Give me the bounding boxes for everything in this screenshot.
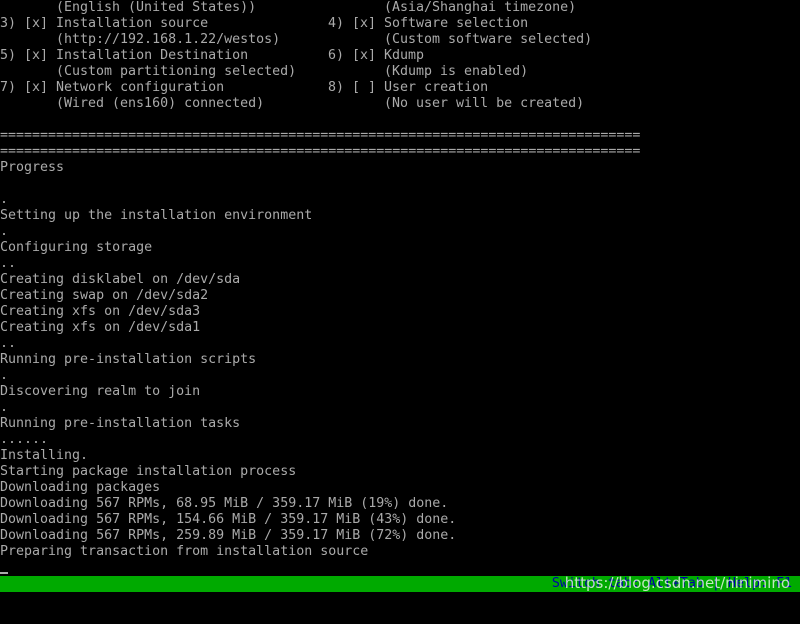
separator: ========================================…: [0, 128, 641, 143]
log-line: Downloading packages: [0, 480, 161, 495]
text-cursor: [0, 572, 8, 574]
log-line: Configuring storage: [0, 240, 153, 255]
log-line: Running pre-installation scripts: [0, 352, 257, 367]
log-line: ......: [0, 432, 49, 447]
log-line: Downloading 567 RPMs, 259.89 MiB / 359.1…: [0, 528, 457, 543]
log-line: Creating swap on /dev/sda2: [0, 288, 209, 303]
log-line: Downloading 567 RPMs, 68.95 MiB / 359.17…: [0, 496, 449, 511]
log-line: .: [0, 192, 9, 207]
log-line: Creating xfs on /dev/sda3: [0, 304, 201, 319]
timezone-status: (Asia/Shanghai timezone): [384, 0, 577, 15]
log-line: Setting up the installation environment: [0, 208, 313, 223]
watermark: https://blog.csdn.net/ninimino: [564, 574, 790, 592]
spoke-status: (Wired (ens160) connected): [56, 96, 265, 111]
spoke-title: 4) [x] Software selection: [328, 16, 529, 31]
separator: ========================================…: [0, 144, 641, 159]
log-line: Starting package installation process: [0, 464, 297, 479]
spoke-title: 5) [x] Installation Destination: [0, 48, 249, 63]
spoke-status: (Kdump is enabled): [384, 64, 529, 79]
log-line: Discovering realm to join: [0, 384, 201, 399]
log-line: ..: [0, 256, 17, 271]
spoke-title: 8) [ ] User creation: [328, 80, 489, 95]
locale-status: (English (United States)): [56, 0, 257, 15]
log-line: Installing.: [0, 448, 89, 463]
log-line: ..: [0, 336, 17, 351]
spoke-status: (Custom software selected): [384, 32, 593, 47]
log-line: Creating disklabel on /dev/sda: [0, 272, 241, 287]
log-line: Preparing transaction from installation …: [0, 544, 369, 559]
progress-heading: Progress: [0, 160, 65, 175]
spoke-title: 3) [x] Installation source: [0, 16, 209, 31]
spoke-title: 7) [x] Network configuration: [0, 80, 225, 95]
log-line: .: [0, 224, 9, 239]
log-line: .: [0, 368, 9, 383]
log-line: .: [0, 400, 9, 415]
log-line: Running pre-installation tasks: [0, 416, 241, 431]
spoke-title: 6) [x] Kdump: [328, 48, 425, 63]
spoke-status: (Custom partitioning selected): [56, 64, 297, 79]
spoke-status: (No user will be created): [384, 96, 585, 111]
log-line: Creating xfs on /dev/sda1: [0, 320, 201, 335]
log-line: Downloading 567 RPMs, 154.66 MiB / 359.1…: [0, 512, 457, 527]
spoke-status: (http://192.168.1.22/westos): [56, 32, 281, 47]
